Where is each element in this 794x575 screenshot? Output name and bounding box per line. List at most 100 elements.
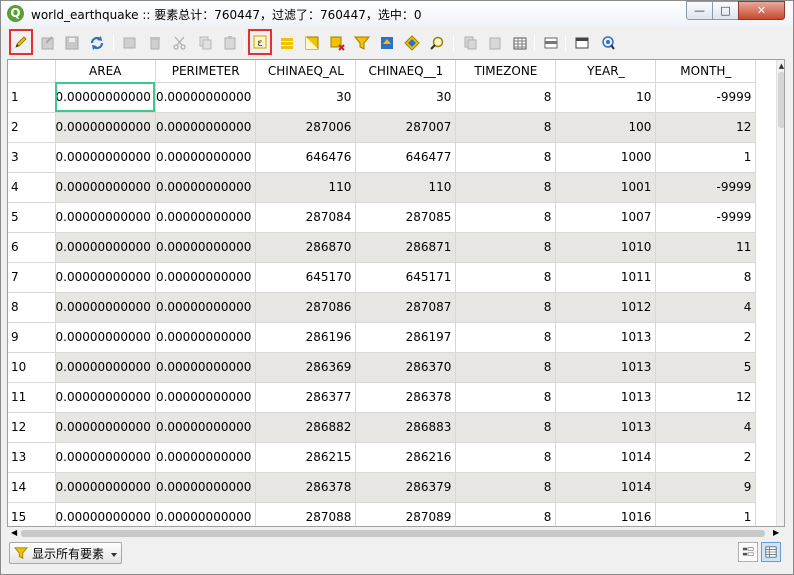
cell-chinaeq-1[interactable]: 645171 xyxy=(355,262,457,293)
cell-chinaeq-1[interactable]: 287089 xyxy=(355,502,457,526)
cell-chinaeq-1[interactable]: 286379 xyxy=(355,472,457,503)
cell-year[interactable]: 1011 xyxy=(555,262,657,293)
column-header-month[interactable]: MONTH_ xyxy=(655,60,757,83)
cell-year[interactable]: 1001 xyxy=(555,172,657,203)
cell-month[interactable]: -9999 xyxy=(655,172,757,203)
cell-area[interactable]: 0.00000000000 xyxy=(55,442,156,473)
scroll-right-arrow-icon[interactable]: ▶ xyxy=(773,528,779,537)
row-number[interactable]: 10 xyxy=(8,352,56,383)
cell-perimeter[interactable]: 0.00000000000 xyxy=(155,232,257,263)
cell-area[interactable]: 0.00000000000 xyxy=(55,112,156,143)
table-row[interactable]: 4 0.00000000000 0.00000000000 110 110 8 1001 -9… xyxy=(8,172,757,203)
reload-icon[interactable] xyxy=(86,32,108,54)
cell-timezone[interactable]: 8 xyxy=(455,82,557,113)
title-bar[interactable]: Q world_earthquake :: 要素总计：760447，过滤了：76… xyxy=(1,1,793,27)
maximize-button[interactable]: □ xyxy=(712,1,739,20)
conditional-format-icon[interactable] xyxy=(597,32,619,54)
cell-year[interactable]: 1013 xyxy=(555,412,657,443)
row-number[interactable]: 11 xyxy=(8,382,56,413)
table-row[interactable]: 12 0.00000000000 0.00000000000 286882 286883… xyxy=(8,412,757,443)
cell-year[interactable]: 10 xyxy=(555,82,657,113)
cell-area[interactable]: 0.00000000000 xyxy=(55,322,156,353)
cell-timezone[interactable]: 8 xyxy=(455,172,557,203)
cell-year[interactable]: 1013 xyxy=(555,322,657,353)
cell-chinaeq-1[interactable]: 286370 xyxy=(355,352,457,383)
corner-header[interactable] xyxy=(8,60,56,83)
cell-month[interactable]: 9 xyxy=(655,472,757,503)
cell-timezone[interactable]: 8 xyxy=(455,322,557,353)
cell-year[interactable]: 1012 xyxy=(555,292,657,323)
cell-perimeter[interactable]: 0.00000000000 xyxy=(155,142,257,173)
table-row[interactable]: 3 0.00000000000 0.00000000000 646476 646477 8… xyxy=(8,142,757,173)
cell-perimeter[interactable]: 0.00000000000 xyxy=(155,82,257,113)
field-calculator-icon[interactable] xyxy=(571,32,593,54)
table-row[interactable]: 5 0.00000000000 0.00000000000 287084 287085 8… xyxy=(8,202,757,233)
cell-perimeter[interactable]: 0.00000000000 xyxy=(155,442,257,473)
cell-month[interactable]: -9999 xyxy=(655,82,757,113)
cell-chinaeq-al[interactable]: 110 xyxy=(255,172,357,203)
row-number[interactable]: 13 xyxy=(8,442,56,473)
table-row[interactable]: 2 0.00000000000 0.00000000000 287006 287007 8… xyxy=(8,112,757,143)
cell-month[interactable]: -9999 xyxy=(655,202,757,233)
row-number[interactable]: 7 xyxy=(8,262,56,293)
table-row[interactable]: 1 0.00000000000 0.00000000000 30 30 8 10 -9999 xyxy=(8,82,757,113)
cell-chinaeq-1[interactable]: 646477 xyxy=(355,142,457,173)
cell-chinaeq-al[interactable]: 286378 xyxy=(255,472,357,503)
cell-year[interactable]: 1013 xyxy=(555,382,657,413)
cell-chinaeq-1[interactable]: 30 xyxy=(355,82,457,113)
table-row[interactable]: 14 0.00000000000 0.00000000000 286378 286379… xyxy=(8,472,757,503)
cell-month[interactable]: 12 xyxy=(655,382,757,413)
cell-month[interactable]: 2 xyxy=(655,322,757,353)
cell-chinaeq-1[interactable]: 286871 xyxy=(355,232,457,263)
cell-chinaeq-1[interactable]: 286216 xyxy=(355,442,457,473)
add-feature-icon[interactable] xyxy=(119,32,141,54)
cell-area[interactable]: 0.00000000000 xyxy=(55,82,156,113)
row-number[interactable]: 12 xyxy=(8,412,56,443)
cell-perimeter[interactable]: 0.00000000000 xyxy=(155,412,257,443)
paste-icon[interactable] xyxy=(219,32,241,54)
row-number[interactable]: 8 xyxy=(8,292,56,323)
horizontal-scroll-thumb[interactable] xyxy=(21,530,765,537)
column-header-chinaeq-1[interactable]: CHINAEQ__1 xyxy=(355,60,457,83)
cell-year[interactable]: 1014 xyxy=(555,442,657,473)
cell-perimeter[interactable]: 0.00000000000 xyxy=(155,112,257,143)
cell-area[interactable]: 0.00000000000 xyxy=(55,202,156,233)
cell-year[interactable]: 1013 xyxy=(555,352,657,383)
cell-chinaeq-al[interactable]: 286882 xyxy=(255,412,357,443)
paste-features-icon[interactable] xyxy=(484,32,506,54)
row-number[interactable]: 5 xyxy=(8,202,56,233)
show-all-features-button[interactable]: 显示所有要素 xyxy=(9,542,122,564)
select-all-icon[interactable] xyxy=(276,32,298,54)
row-number[interactable]: 9 xyxy=(8,322,56,353)
cell-month[interactable]: 1 xyxy=(655,502,757,526)
cell-timezone[interactable]: 8 xyxy=(455,262,557,293)
column-header-area[interactable]: AREA xyxy=(55,60,156,83)
cell-chinaeq-al[interactable]: 645170 xyxy=(255,262,357,293)
table-row[interactable]: 15 0.00000000000 0.00000000000 287088 287089… xyxy=(8,502,757,526)
cut-icon[interactable] xyxy=(169,32,191,54)
cell-month[interactable]: 11 xyxy=(655,232,757,263)
row-number[interactable]: 1 xyxy=(8,82,56,113)
copy-rows-icon[interactable] xyxy=(459,32,481,54)
invert-selection-icon[interactable] xyxy=(301,32,323,54)
cell-year[interactable]: 1007 xyxy=(555,202,657,233)
vertical-scrollbar[interactable]: ▲ xyxy=(776,60,784,526)
form-view-icon[interactable] xyxy=(738,542,758,562)
cell-chinaeq-al[interactable]: 286196 xyxy=(255,322,357,353)
cell-chinaeq-al[interactable]: 30 xyxy=(255,82,357,113)
column-header-perimeter[interactable]: PERIMETER xyxy=(155,60,257,83)
cell-perimeter[interactable]: 0.00000000000 xyxy=(155,502,257,526)
move-selection-top-icon[interactable] xyxy=(376,32,398,54)
pan-to-selection-icon[interactable] xyxy=(401,32,423,54)
column-header-timezone[interactable]: TIMEZONE xyxy=(455,60,557,83)
cell-area[interactable]: 0.00000000000 xyxy=(55,292,156,323)
cell-perimeter[interactable]: 0.00000000000 xyxy=(155,472,257,503)
cell-year[interactable]: 1014 xyxy=(555,472,657,503)
cell-chinaeq-1[interactable]: 287087 xyxy=(355,292,457,323)
cell-chinaeq-1[interactable]: 286378 xyxy=(355,382,457,413)
cell-area[interactable]: 0.00000000000 xyxy=(55,502,156,526)
cell-year[interactable]: 1000 xyxy=(555,142,657,173)
cell-area[interactable]: 0.00000000000 xyxy=(55,262,156,293)
cell-area[interactable]: 0.00000000000 xyxy=(55,352,156,383)
cell-chinaeq-1[interactable]: 287007 xyxy=(355,112,457,143)
